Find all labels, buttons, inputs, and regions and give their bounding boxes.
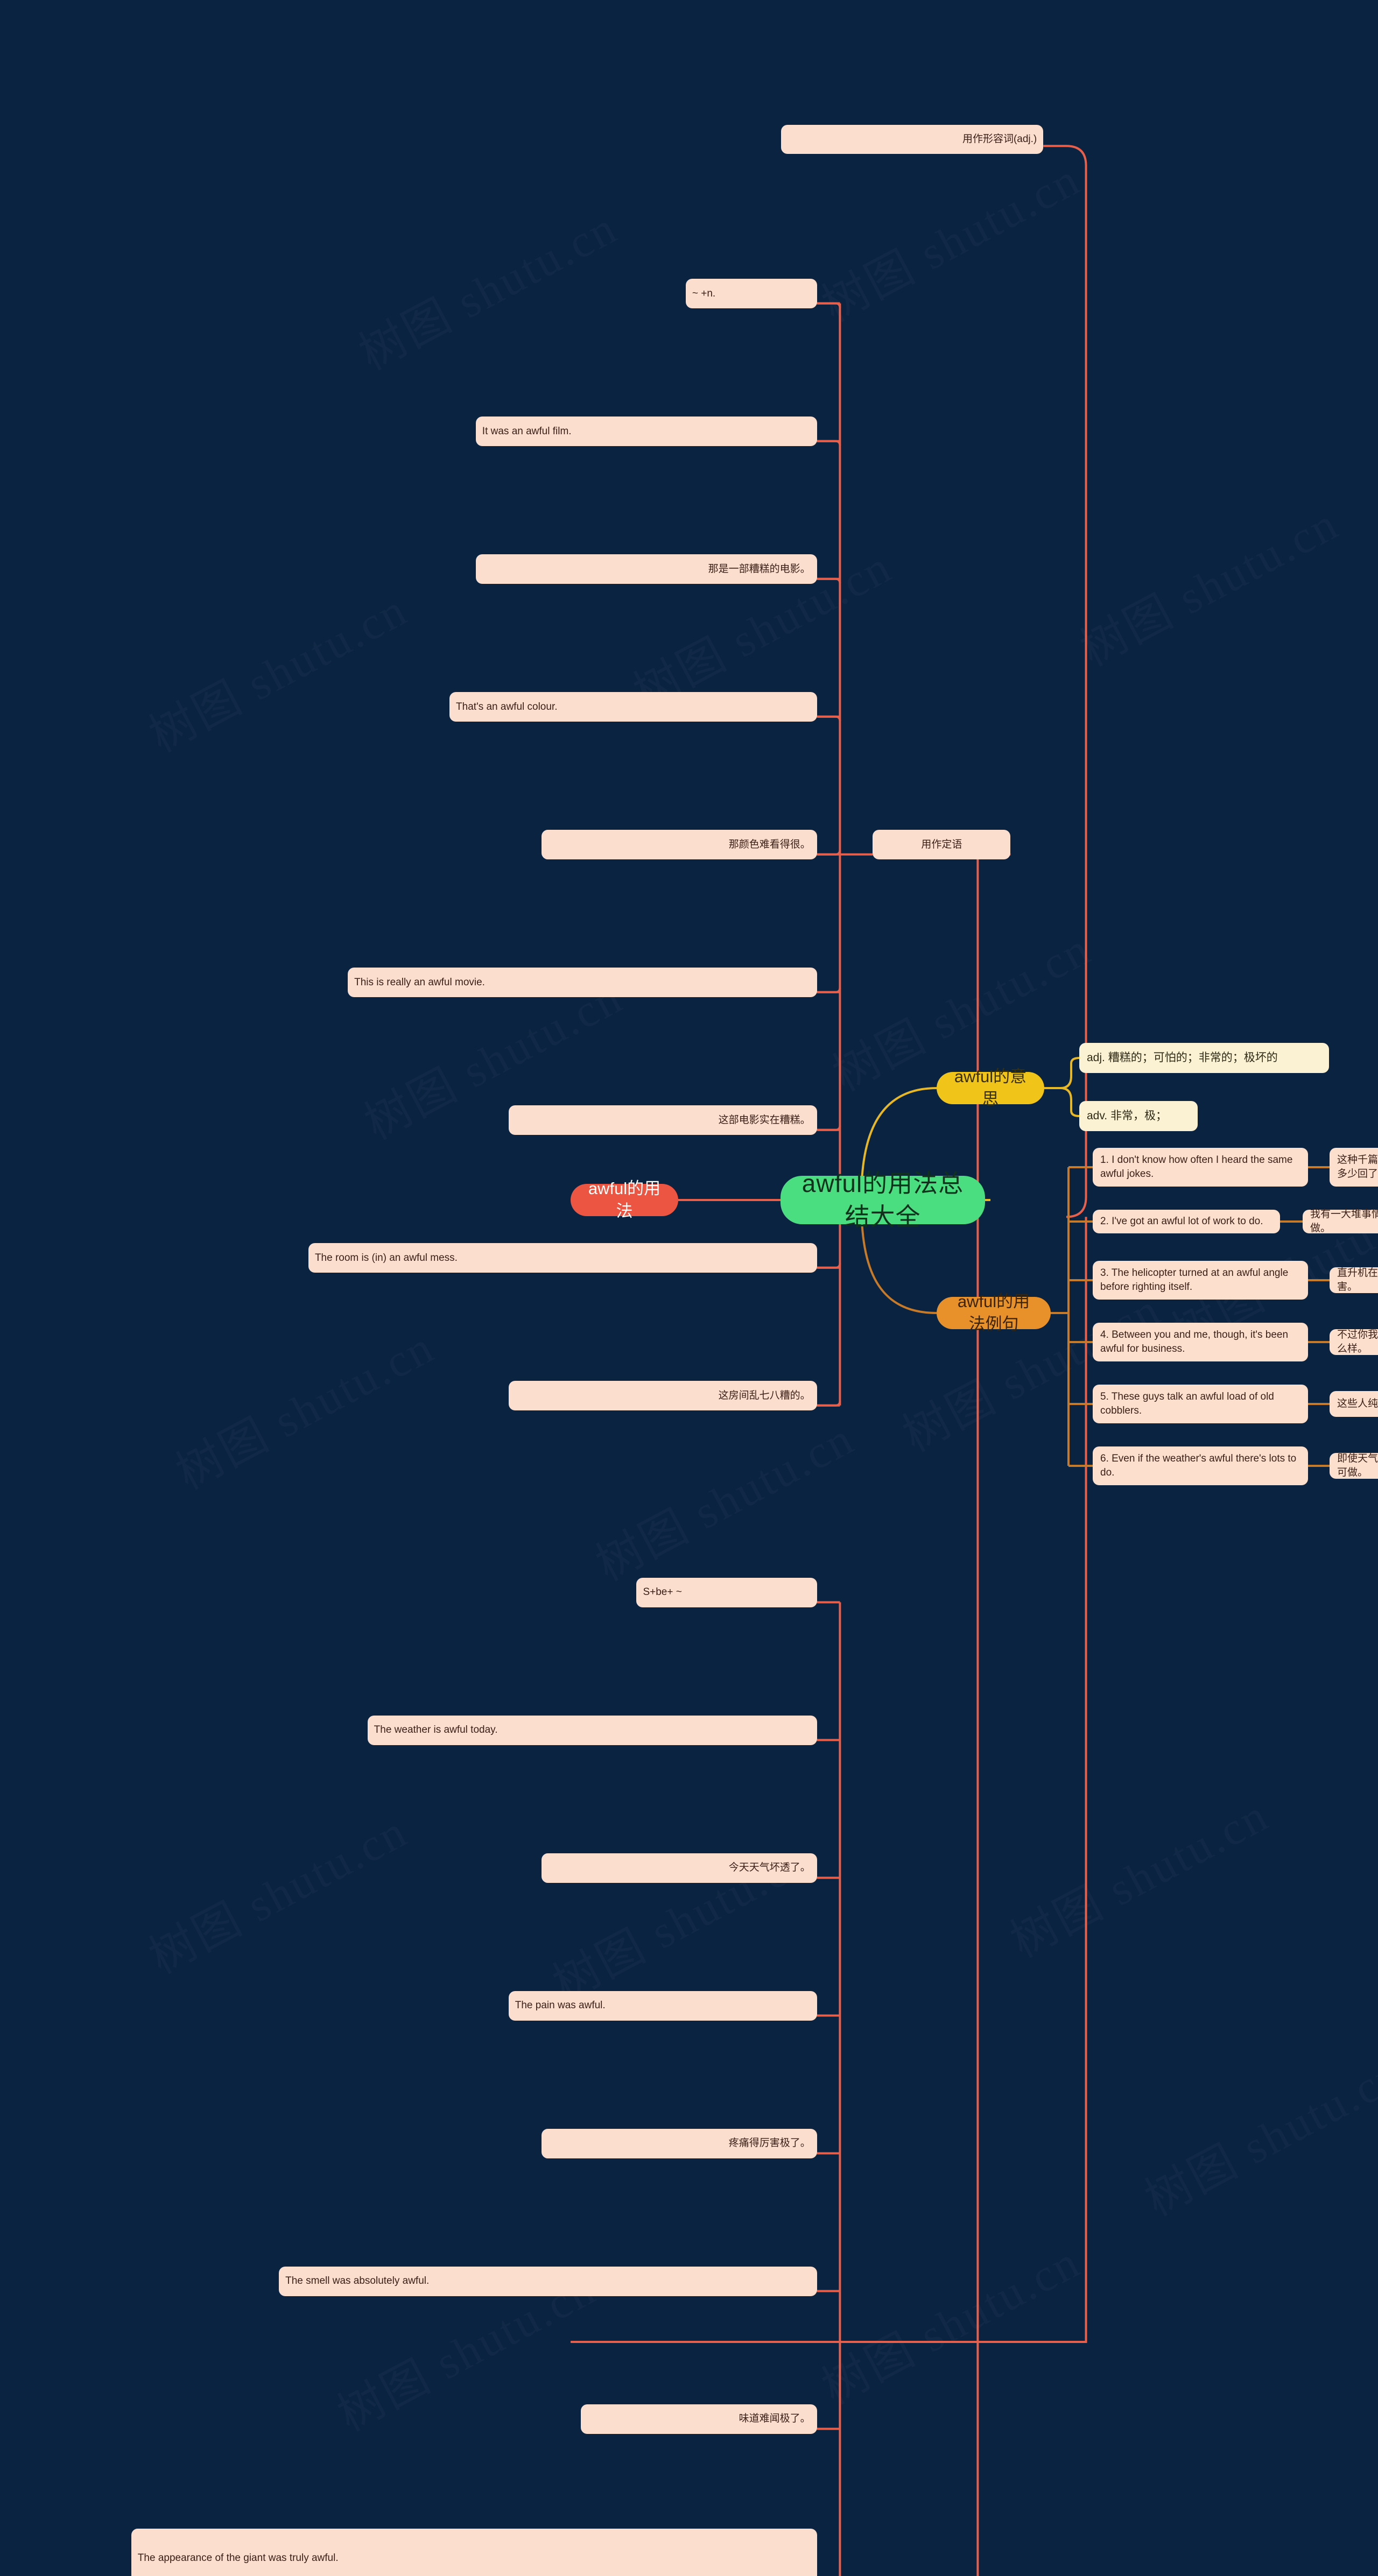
usage-leaf[interactable]: 这部电影实在糟糕。 <box>508 1105 817 1135</box>
branch-meaning[interactable]: awful的意思 <box>937 1067 1044 1109</box>
example-zh[interactable]: 我有一大堆事情要做。 <box>1303 1209 1378 1234</box>
meaning-item[interactable]: adj. 糟糕的；可怕的；非常的；极坏的 <box>1079 1043 1329 1073</box>
branch-examples[interactable]: awful的用法例句 <box>937 1292 1051 1333</box>
usage-leaf[interactable]: 这房间乱七八糟的。 <box>508 1381 817 1410</box>
example-en[interactable]: 6. Even if the weather's awful there's l… <box>1093 1446 1308 1485</box>
usage-leaf[interactable]: 那是一部糟糕的电影。 <box>475 554 817 584</box>
usage-leaf[interactable]: 今天天气坏透了。 <box>541 1853 817 1883</box>
example-zh[interactable]: 这些人纯粹是胡说八道。 <box>1330 1391 1378 1417</box>
usage-leaf[interactable]: The pain was awful. <box>508 1991 817 2021</box>
example-zh[interactable]: 直升机在恢复平稳之前倾斜得很厉害。 <box>1330 1267 1378 1293</box>
meaning-item[interactable]: adv. 非常，极； <box>1079 1101 1198 1131</box>
usage-leaf[interactable]: 疼痛得厉害极了。 <box>541 2128 817 2158</box>
usage-leaf[interactable]: S+be+ ~ <box>636 1577 817 1607</box>
usage-leaf[interactable]: 用作形容词(adj.) <box>781 124 1044 154</box>
usage-leaf[interactable]: The appearance of the giant was truly aw… <box>131 2529 817 2576</box>
usage-leaf[interactable]: ~ +n. <box>685 279 817 308</box>
usage-leaf[interactable]: 味道难闻极了。 <box>580 2404 817 2434</box>
usage-spine-label[interactable]: 用作定语 <box>873 830 1011 859</box>
example-en[interactable]: 2. I've got an awful lot of work to do. <box>1093 1210 1280 1233</box>
usage-leaf[interactable]: That's an awful colour. <box>449 692 817 722</box>
usage-leaf[interactable]: The weather is awful today. <box>367 1715 817 1745</box>
mindmap-canvas: 树图 shutu.cn 树图 shutu.cn 树图 shutu.cn 树图 s… <box>0 0 1378 2576</box>
example-en[interactable]: 1. I don't know how often I heard the sa… <box>1093 1148 1308 1187</box>
usage-leaf[interactable]: The room is (in) an awful mess. <box>308 1243 817 1273</box>
example-en[interactable]: 5. These guys talk an awful load of old … <box>1093 1385 1308 1423</box>
example-en[interactable]: 4. Between you and me, though, it's been… <box>1093 1323 1308 1361</box>
example-zh[interactable]: 这种千篇一律的烂笑话我不知道听过多少回了。 <box>1330 1148 1378 1187</box>
example-en[interactable]: 3. The helicopter turned at an awful ang… <box>1093 1261 1308 1300</box>
example-zh[interactable]: 不过你我之间说说，这事儿办得真不怎么样。 <box>1330 1329 1378 1355</box>
usage-leaf[interactable]: This is really an awful movie. <box>348 968 817 997</box>
root-node[interactable]: awful的用法总结大全 <box>781 1169 985 1231</box>
usage-leaf[interactable]: It was an awful film. <box>475 417 817 446</box>
branch-usage[interactable]: awful的用法 <box>571 1179 678 1220</box>
usage-leaf[interactable]: The smell was absolutely awful. <box>279 2266 817 2296</box>
example-zh[interactable]: 即使天气很差，也还有好多事情可做。 <box>1330 1453 1378 1479</box>
usage-leaf[interactable]: 那颜色难看得很。 <box>541 830 817 859</box>
